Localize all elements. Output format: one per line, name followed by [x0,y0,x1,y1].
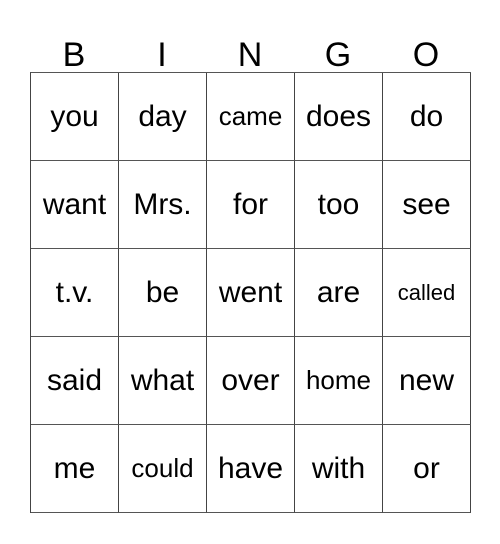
bingo-cell-word: you [50,99,99,133]
bingo-cell-word: be [145,275,180,309]
bingo-cell[interactable]: came [207,73,295,161]
bingo-cell[interactable]: or [383,425,471,513]
bingo-cell-word: too [317,187,360,221]
bingo-cell[interactable]: could [119,425,207,513]
bingo-cell[interactable]: see [383,161,471,249]
bingo-header-letter: N [237,36,263,74]
bingo-header-cell-i: I [118,24,206,72]
bingo-cell[interactable]: for [207,161,295,249]
bingo-header-row: BINGO [30,24,470,72]
bingo-cell[interactable]: have [207,425,295,513]
bingo-cell-word: called [397,279,456,305]
bingo-row: said what over home new [31,337,471,425]
bingo-cell-word: Mrs. [133,187,192,221]
bingo-cell-word: could [131,452,194,483]
bingo-cell-word: me [53,451,96,485]
bingo-cell[interactable]: t.v. [31,249,119,337]
bingo-cell[interactable]: said [31,337,119,425]
bingo-cell[interactable]: went [207,249,295,337]
bingo-cell-word: are [316,275,361,309]
bingo-cell-word: new [398,363,455,397]
bingo-cell-word: home [305,364,372,395]
bingo-cell[interactable]: over [207,337,295,425]
bingo-cell-word: t.v. [55,275,94,309]
bingo-header-letter: I [157,36,167,74]
bingo-cell-word: with [311,451,366,485]
bingo-cell[interactable]: day [119,73,207,161]
bingo-cell[interactable]: are [295,249,383,337]
bingo-cell-word: see [402,187,451,221]
bingo-cell[interactable]: me [31,425,119,513]
bingo-grid: you day came does do want Mrs. for too see t.v. be w… [30,72,471,513]
bingo-cell[interactable]: with [295,425,383,513]
bingo-header-letter: O [412,36,440,74]
bingo-cell-word: does [305,99,372,133]
bingo-row: you day came does do [31,73,471,161]
bingo-cell[interactable]: what [119,337,207,425]
bingo-header-cell-o: O [382,24,470,72]
bingo-cell[interactable]: home [295,337,383,425]
bingo-header-cell-n: N [206,24,294,72]
bingo-cell[interactable]: too [295,161,383,249]
bingo-cell-word: or [413,451,440,485]
bingo-cell[interactable]: be [119,249,207,337]
bingo-cell-word: what [130,363,195,397]
bingo-header-cell-g: G [294,24,382,72]
bingo-cell-word: said [46,363,103,397]
bingo-header-cell-b: B [30,24,118,72]
bingo-cell-word: came [218,100,283,131]
bingo-cell-word: day [138,99,187,133]
bingo-row: me could have with or [31,425,471,513]
bingo-cell-word: over [221,363,280,397]
bingo-cell[interactable]: called [383,249,471,337]
bingo-row: want Mrs. for too see [31,161,471,249]
bingo-cell-word: have [217,451,284,485]
bingo-card: B I N G O you day came does do want Mrs. for too see t… [30,24,471,513]
bingo-cell-word: went [218,275,283,309]
bingo-row: t.v. be went are called [31,249,471,337]
bingo-cell[interactable]: Mrs. [119,161,207,249]
bingo-cell[interactable]: do [383,73,471,161]
bingo-header-letter: B [62,36,86,74]
bingo-header-letter: G [324,36,352,74]
bingo-cell[interactable]: does [295,73,383,161]
bingo-cell[interactable]: new [383,337,471,425]
bingo-cell-word: for [232,187,268,221]
bingo-cell-word: do [409,99,444,133]
bingo-cell[interactable]: you [31,73,119,161]
bingo-cell-word: want [42,187,107,221]
bingo-cell[interactable]: want [31,161,119,249]
